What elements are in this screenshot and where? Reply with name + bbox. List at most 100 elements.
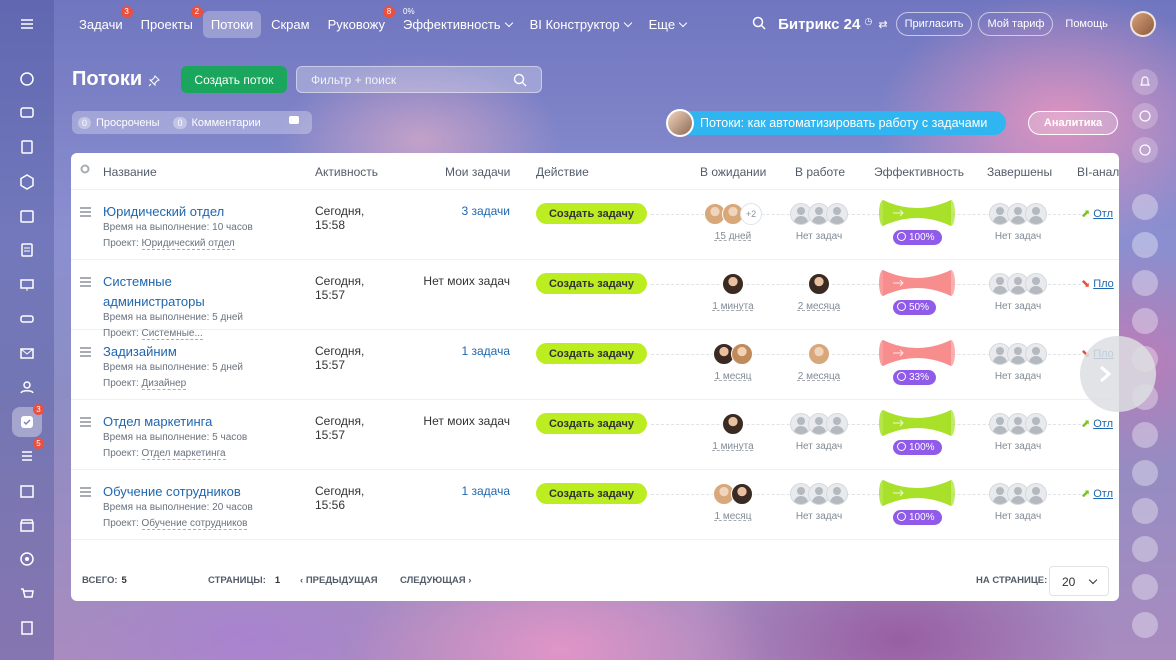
- col-name[interactable]: Название: [103, 165, 157, 179]
- drag-handle-icon[interactable]: [80, 347, 91, 359]
- more-avatars-count[interactable]: +2: [740, 203, 762, 225]
- in-progress-cell[interactable]: Нет задач: [769, 483, 869, 522]
- contact-avatar[interactable]: [1132, 460, 1158, 486]
- contact-avatar[interactable]: [1132, 536, 1158, 562]
- user-avatar[interactable]: [722, 273, 744, 295]
- col-my-tasks[interactable]: Мои задачи: [445, 165, 510, 179]
- table-row[interactable]: Задизайним Время на выполнение: 5 дней П…: [71, 330, 1119, 400]
- nav-supervise[interactable]: Руковожу 8: [320, 5, 396, 38]
- create-task-button[interactable]: Создать задачу: [536, 413, 647, 434]
- bi-analytics-link[interactable]: Отл: [1093, 208, 1113, 220]
- create-task-button[interactable]: Создать задачу: [536, 483, 647, 504]
- project-link[interactable]: Обучение сотрудников: [141, 518, 248, 530]
- search-input[interactable]: Фильтр + поиск: [296, 66, 542, 93]
- crm-icon[interactable]: [12, 304, 42, 334]
- waiting-cell[interactable]: 1 месяц: [683, 483, 783, 522]
- create-flow-button[interactable]: Создать поток: [181, 66, 287, 93]
- nav-bi-constructor[interactable]: BI Конструктор: [522, 11, 639, 38]
- bell-icon[interactable]: [1132, 69, 1158, 95]
- counter-comments[interactable]: 0 Комментарии: [173, 116, 261, 129]
- chat-icon[interactable]: [12, 98, 42, 128]
- col-activity[interactable]: Активность: [315, 165, 378, 179]
- target-icon[interactable]: [12, 544, 42, 574]
- flow-name[interactable]: Системные администраторы: [103, 272, 273, 312]
- table-row[interactable]: Системные администраторы Время на выполн…: [71, 260, 1119, 340]
- col-completed[interactable]: Завершены: [987, 165, 1052, 179]
- col-action[interactable]: Действие: [536, 165, 589, 179]
- scroll-right-button[interactable]: [1080, 336, 1156, 412]
- search-icon[interactable]: [752, 16, 766, 33]
- col-efficiency[interactable]: Эффективность: [874, 165, 964, 179]
- current-page[interactable]: 1: [275, 575, 280, 586]
- nav-efficiency[interactable]: 0% Эффективность: [395, 7, 520, 38]
- invite-button[interactable]: Пригласить: [895, 12, 973, 36]
- bi-analytics[interactable]: ⬈ Отл: [1081, 207, 1113, 220]
- gauge-icon[interactable]: [1132, 137, 1158, 163]
- my-tasks[interactable]: 1 задача: [461, 484, 510, 498]
- board-icon[interactable]: [12, 270, 42, 300]
- per-page-select[interactable]: 20: [1049, 566, 1109, 596]
- create-task-button[interactable]: Создать задачу: [536, 273, 647, 294]
- in-progress-cell[interactable]: Нет задач: [769, 413, 869, 452]
- my-tasks[interactable]: 3 задачи: [461, 204, 510, 218]
- contact-avatar[interactable]: [1132, 232, 1158, 258]
- project-link[interactable]: Отдел маркетинга: [141, 448, 226, 460]
- calendar-icon[interactable]: [12, 201, 42, 231]
- efficiency-cell[interactable]: 100%: [879, 198, 955, 245]
- user-avatar[interactable]: [731, 483, 753, 505]
- contact-avatar[interactable]: [1132, 612, 1158, 638]
- contact-avatar[interactable]: [1132, 270, 1158, 296]
- contact-avatar[interactable]: [1132, 498, 1158, 524]
- flow-name[interactable]: Задизайним: [103, 342, 273, 362]
- drag-handle-icon[interactable]: [80, 207, 91, 219]
- feed-list-icon[interactable]: 5: [12, 438, 44, 471]
- next-page-button[interactable]: СЛЕДУЮЩАЯ ›: [400, 575, 471, 586]
- bi-analytics[interactable]: ⬈ Отл: [1081, 487, 1113, 500]
- cart-icon[interactable]: [12, 579, 42, 609]
- documents-icon[interactable]: [12, 132, 42, 162]
- col-in-progress[interactable]: В работе: [795, 165, 845, 179]
- prev-page-button[interactable]: ‹ ПРЕДЫДУЩАЯ: [300, 575, 378, 586]
- bi-analytics[interactable]: ⬊Пло: [1081, 277, 1114, 290]
- planner-icon[interactable]: [12, 476, 42, 506]
- col-waiting[interactable]: В ожидании: [700, 165, 766, 179]
- counter-overdue[interactable]: 0 Просрочены: [78, 116, 159, 129]
- nav-tasks[interactable]: Задачи 3: [71, 5, 133, 38]
- promo-banner[interactable]: Потоки: как автоматизировать работу с за…: [666, 109, 1006, 137]
- drag-handle-icon[interactable]: [80, 417, 91, 429]
- user-avatar[interactable]: [722, 413, 744, 435]
- nav-more[interactable]: Еще: [641, 11, 694, 38]
- table-row[interactable]: Юридический отдел Время на выполнение: 1…: [71, 190, 1119, 260]
- in-progress-cell[interactable]: Нет задач: [769, 203, 869, 242]
- user-avatar[interactable]: [808, 273, 830, 295]
- search-icon[interactable]: [513, 73, 527, 87]
- user-avatar[interactable]: [808, 343, 830, 365]
- analytics-button[interactable]: Аналитика: [1028, 111, 1118, 135]
- gear-icon[interactable]: [79, 163, 91, 178]
- flow-name[interactable]: Обучение сотрудников: [103, 482, 273, 502]
- my-tariff-button[interactable]: Мой тариф: [978, 12, 1054, 36]
- table-row[interactable]: Отдел маркетинга Время на выполнение: 5 …: [71, 400, 1119, 470]
- store-icon[interactable]: [12, 510, 42, 540]
- settings-toggle-icon[interactable]: ⇄: [878, 18, 887, 31]
- efficiency-cell[interactable]: 33%: [879, 338, 955, 385]
- contact-avatar[interactable]: [1132, 308, 1158, 334]
- contact-avatar[interactable]: [1132, 194, 1158, 220]
- my-tasks[interactable]: 1 задача: [461, 344, 510, 358]
- hexagon-icon[interactable]: [12, 167, 42, 197]
- drag-handle-icon[interactable]: [80, 487, 91, 499]
- col-bi-analytics[interactable]: BI-анал: [1077, 165, 1119, 179]
- nav-scrum[interactable]: Скрам: [263, 11, 317, 38]
- menu-icon[interactable]: [12, 9, 42, 39]
- flow-name[interactable]: Отдел маркетинга: [103, 412, 273, 432]
- bi-analytics-link[interactable]: Отл: [1093, 488, 1113, 500]
- efficiency-cell[interactable]: 50%: [879, 268, 955, 315]
- disk-icon[interactable]: [12, 235, 42, 265]
- project-link[interactable]: Дизайнер: [141, 378, 187, 390]
- waiting-cell[interactable]: 1 минута: [683, 273, 783, 312]
- nav-projects[interactable]: Проекты 2: [133, 5, 203, 38]
- bi-analytics-link[interactable]: Отл: [1093, 418, 1113, 430]
- pin-icon[interactable]: [148, 75, 160, 90]
- tasks-icon[interactable]: 3: [12, 404, 44, 437]
- create-task-button[interactable]: Создать задачу: [536, 203, 647, 224]
